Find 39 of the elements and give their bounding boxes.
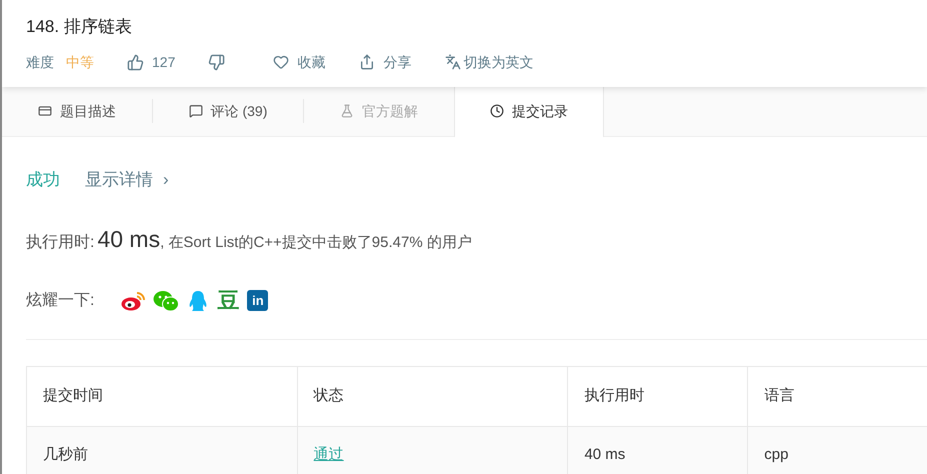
translate-icon [445,54,462,70]
share-label: 炫耀一下: [26,290,94,310]
clock-icon [490,104,504,118]
wechat-icon[interactable] [153,290,180,312]
column-header: 语言 [748,366,927,426]
column-header: 提交时间 [27,366,298,426]
table-cell: cpp [748,426,927,474]
column-header: 执行用时 [568,366,748,426]
problem-title: 148. 排序链表 [26,16,133,38]
weibo-icon[interactable] [121,290,146,310]
comment-icon [188,104,203,118]
show-details-link[interactable]: 显示详情 › [85,166,169,192]
linkedin-icon[interactable]: in [247,290,268,311]
tab[interactable]: 题目描述 [2,86,152,136]
runtime-ranking: , 在Sort List的C++提交中击败了95.47% 的用户 [160,233,472,253]
penguin-icon[interactable] [187,290,210,312]
tab[interactable]: 提交记录 [454,86,604,136]
heart-icon [273,54,290,70]
douban-icon[interactable]: 豆 [217,290,240,312]
thumbs-down-icon [208,54,226,70]
difficulty-label: 难度 [26,52,54,72]
difficulty-value: 中等 [66,52,94,72]
table-cell: 几秒前 [27,426,298,474]
description-icon [38,104,52,118]
runtime-value: 40 ms [97,225,160,254]
runtime-label: 执行用时: [26,232,94,253]
tab[interactable]: 评论 (39) [153,86,303,136]
dislike-button[interactable] [208,54,226,70]
share-icon [359,54,376,70]
flask-icon [340,104,354,118]
column-header: 状态 [298,366,568,426]
thumbs-up-icon [127,54,144,70]
status-link[interactable]: 通过 [314,444,344,467]
result-status: 成功 [26,168,60,190]
table-cell: 40 ms [568,426,748,474]
share-button[interactable]: 分享 [359,52,412,72]
translate-button[interactable]: 切换为英文 [445,52,534,72]
like-button[interactable]: 127 [127,52,176,72]
favorite-button[interactable]: 收藏 [273,52,326,72]
